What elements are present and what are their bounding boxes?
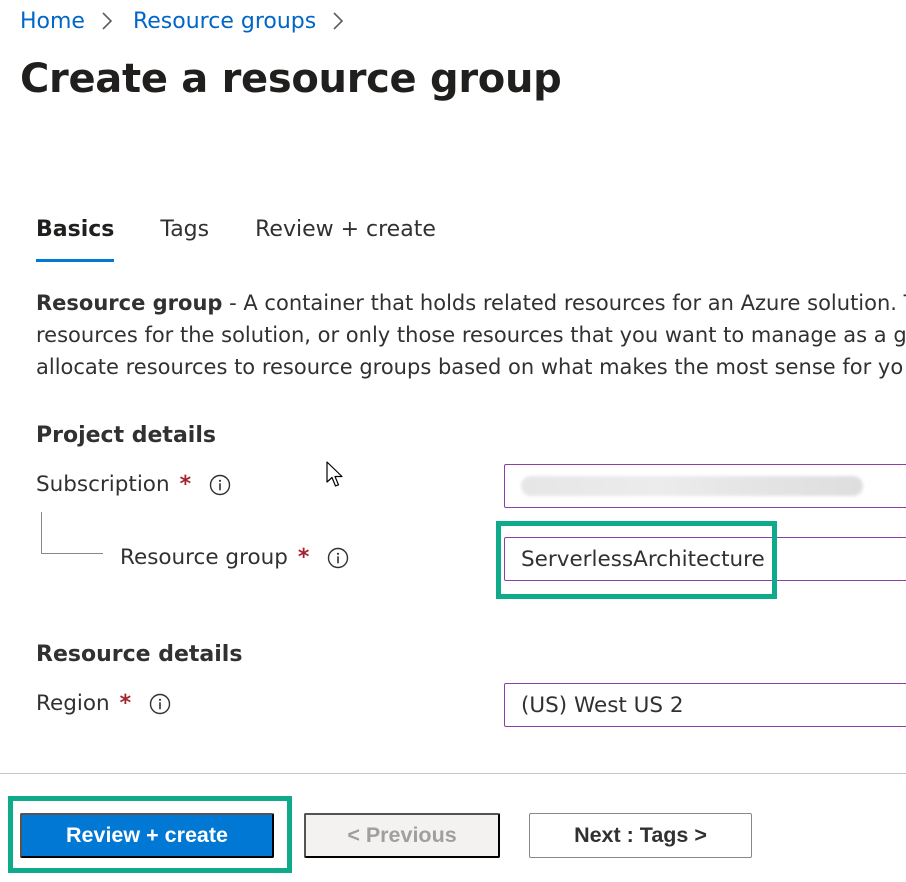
page-title: Create a resource group xyxy=(20,56,562,102)
tab-basics[interactable]: Basics xyxy=(36,212,115,262)
tab-bar: Basics Tags Review + create xyxy=(36,212,482,262)
description-line-1: Resource group - A container that holds … xyxy=(36,291,906,315)
info-icon[interactable] xyxy=(149,693,171,715)
mouse-cursor-icon xyxy=(326,461,346,493)
chevron-right-icon xyxy=(330,6,350,36)
info-icon[interactable] xyxy=(327,547,349,569)
description-term: Resource group xyxy=(36,291,223,315)
tab-review-create[interactable]: Review + create xyxy=(255,212,436,262)
region-select[interactable]: (US) West US 2 xyxy=(504,683,906,727)
subscription-label: Subscription * xyxy=(36,472,231,497)
breadcrumb-resource-groups-link[interactable]: Resource groups xyxy=(133,9,316,34)
region-label: Region * xyxy=(36,691,171,716)
required-marker: * xyxy=(297,545,310,570)
breadcrumb-home-link[interactable]: Home xyxy=(20,9,85,34)
description-line-2: resources for the solution, or only thos… xyxy=(36,323,906,347)
review-create-button[interactable]: Review + create xyxy=(20,813,274,858)
previous-button[interactable]: < Previous xyxy=(304,813,500,858)
resource-group-highlight xyxy=(496,521,777,599)
next-tags-button[interactable]: Next : Tags > xyxy=(529,813,752,858)
hierarchy-connector xyxy=(41,512,103,554)
resource-group-description: Resource group - A container that holds … xyxy=(36,287,906,383)
project-details-heading: Project details xyxy=(36,423,216,448)
tab-tags[interactable]: Tags xyxy=(160,212,209,262)
required-marker: * xyxy=(119,691,132,716)
region-value: (US) West US 2 xyxy=(521,692,684,718)
breadcrumb: Home Resource groups xyxy=(20,6,364,36)
footer-divider xyxy=(0,773,906,774)
resource-details-heading: Resource details xyxy=(36,642,243,667)
subscription-select[interactable] xyxy=(504,464,906,508)
description-line-3: allocate resources to resource groups ba… xyxy=(36,355,904,379)
info-icon[interactable] xyxy=(209,474,231,496)
required-marker: * xyxy=(179,472,192,497)
chevron-right-icon xyxy=(99,6,119,36)
resource-group-label: Resource group * xyxy=(120,545,349,570)
subscription-redacted-value xyxy=(521,476,863,496)
